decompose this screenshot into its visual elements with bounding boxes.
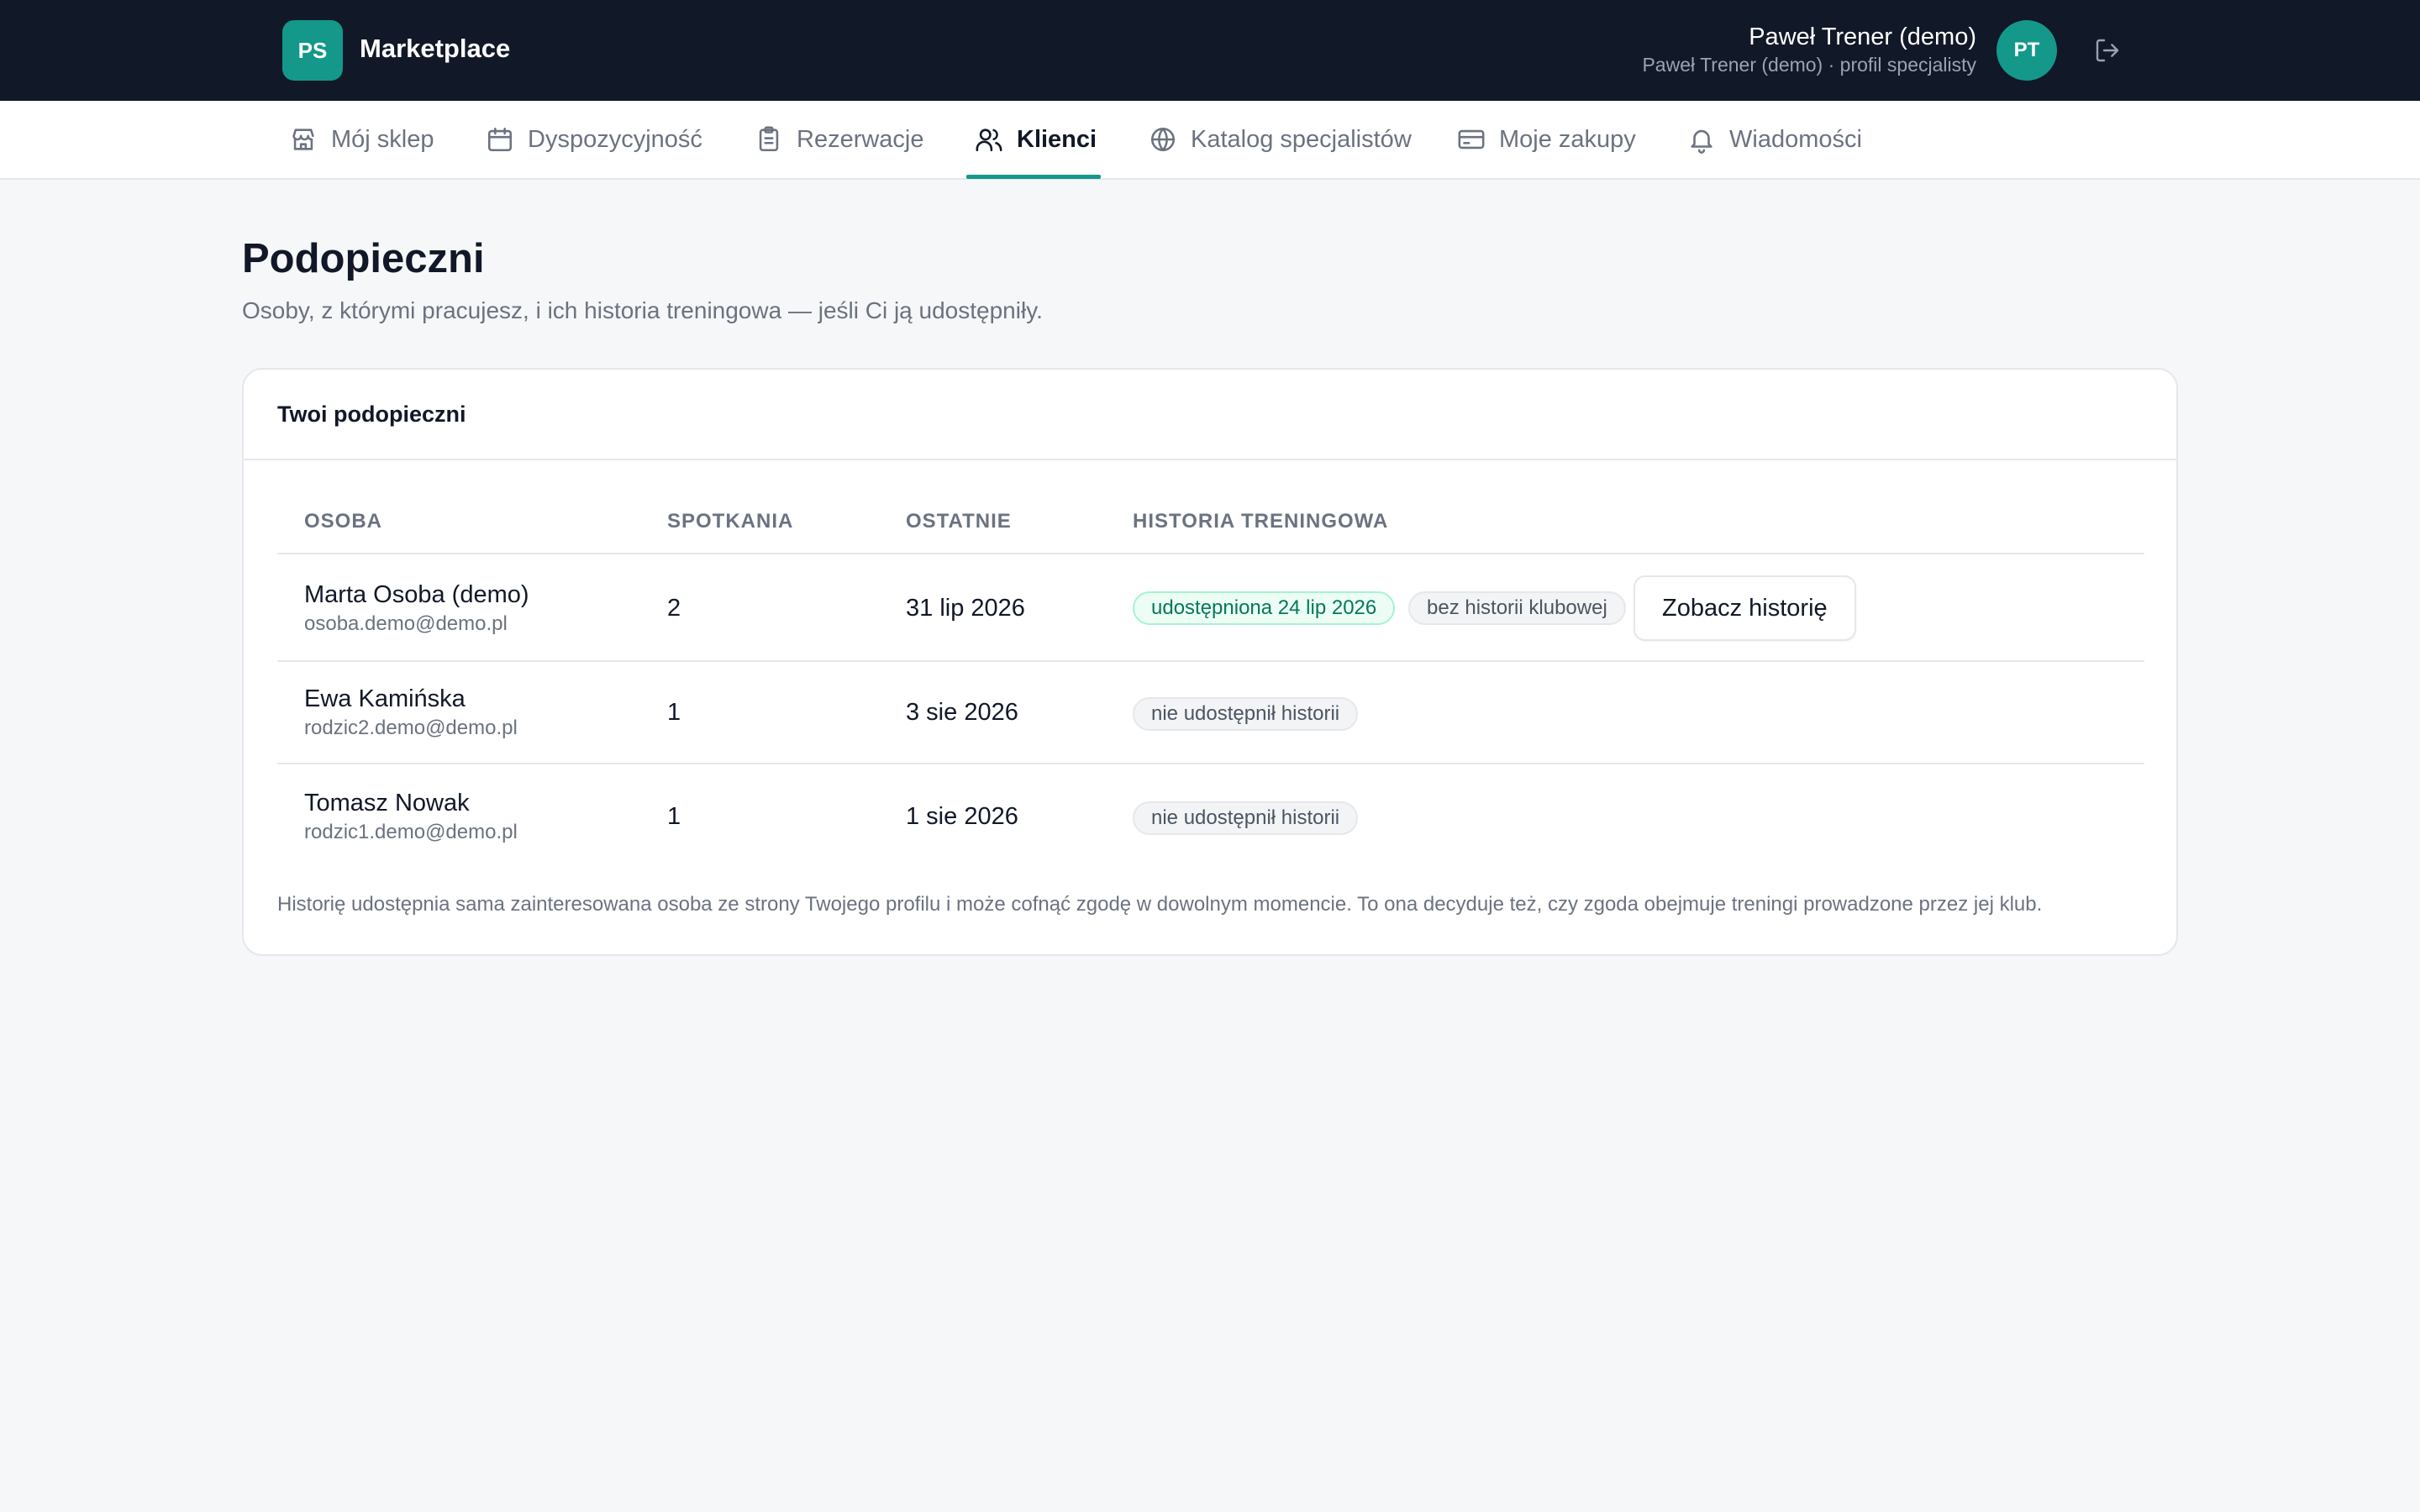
- clients-card: Twoi podopieczni OSOBA SPOTKANIA OSTATNI…: [242, 368, 2178, 956]
- history-not-shared-badge: nie udostępnił historii: [1133, 697, 1359, 731]
- table-row: Marta Osoba (demo) osoba.demo@demo.pl 2 …: [277, 554, 2144, 662]
- nav-item-availability[interactable]: Dyspozycyjność: [486, 101, 702, 178]
- client-name: Ewa Kamińska: [304, 685, 466, 712]
- meetings-count: 1: [667, 699, 681, 726]
- page-title: Podopieczni: [242, 236, 485, 281]
- logo-badge[interactable]: PS: [282, 20, 343, 81]
- store-icon: [292, 129, 314, 150]
- globe-icon: [1150, 127, 1176, 152]
- user-name: Paweł Trener (demo): [1749, 24, 1976, 50]
- column-header-person: OSOBA: [304, 510, 383, 533]
- client-name: Marta Osoba (demo): [304, 581, 529, 608]
- last-meeting-date: 1 sie 2026: [906, 803, 1018, 830]
- history-shared-badge: udostępniona 24 lip 2026: [1133, 591, 1396, 625]
- nav-item-label: Mój sklep: [331, 125, 434, 153]
- client-name: Tomasz Nowak: [304, 790, 470, 816]
- column-header-last: OSTATNIE: [906, 510, 1012, 533]
- nav-item-specialists-catalog[interactable]: Katalog specjalistów: [1149, 101, 1412, 178]
- users-icon: [976, 129, 1002, 152]
- card-header: Twoi podopieczni: [244, 370, 2176, 460]
- nav-item-label: Wiadomości: [1729, 125, 1862, 153]
- bell-icon: [1691, 129, 1712, 154]
- nav-item-label: Klienci: [1017, 125, 1097, 153]
- credit-card-icon: [1458, 129, 1485, 150]
- meetings-count: 1: [667, 803, 681, 830]
- sharing-footnote: Historię udostępnia sama zainteresowana …: [277, 893, 2043, 916]
- clipboard-icon: [759, 126, 779, 152]
- last-meeting-date: 31 lip 2026: [906, 595, 1025, 622]
- nav-item-messages[interactable]: Wiadomości: [1687, 101, 1862, 178]
- nav-item-reservations[interactable]: Rezerwacje: [755, 101, 924, 178]
- nav-item-my-purchases[interactable]: Moje zakupy: [1457, 101, 1636, 178]
- top-bar: PS Marketplace Paweł Trener (demo) Paweł…: [0, 0, 2420, 101]
- calendar-icon: [487, 127, 513, 152]
- nav-item-my-shop[interactable]: Mój sklep: [289, 101, 434, 178]
- nav-item-label: Moje zakupy: [1499, 125, 1636, 153]
- nav-item-label: Katalog specjalistów: [1191, 125, 1412, 153]
- no-club-history-badge: bez historii klubowej: [1408, 591, 1626, 625]
- view-history-button[interactable]: Zobacz historię: [1634, 575, 1856, 641]
- card-title: Twoi podopieczni: [277, 402, 466, 427]
- nav-item-label: Dyspozycyjność: [528, 125, 702, 153]
- table-row: Ewa Kamińska rodzic2.demo@demo.pl 1 3 si…: [277, 662, 2144, 764]
- meetings-count: 2: [667, 595, 681, 622]
- avatar[interactable]: PT: [1996, 20, 2057, 81]
- active-tab-indicator: [966, 175, 1101, 179]
- page-subtitle: Osoby, z którymi pracujesz, i ich histor…: [242, 297, 1043, 323]
- last-meeting-date: 3 sie 2026: [906, 699, 1018, 726]
- logout-button[interactable]: [2091, 34, 2124, 67]
- client-email: osoba.demo@demo.pl: [304, 612, 508, 635]
- user-info: Paweł Trener (demo) Paweł Trener (demo) …: [1642, 22, 1976, 77]
- table-row: Tomasz Nowak rodzic1.demo@demo.pl 1 1 si…: [277, 764, 2144, 867]
- brand-name[interactable]: Marketplace: [360, 32, 510, 66]
- column-header-history: HISTORIA TRENINGOWA: [1133, 510, 1389, 533]
- table-header: OSOBA SPOTKANIA OSTATNIE HISTORIA TRENIN…: [277, 496, 2144, 554]
- nav-item-label: Rezerwacje: [797, 125, 924, 153]
- history-not-shared-badge: nie udostępnił historii: [1133, 801, 1359, 835]
- main-nav: Mój sklep Dyspozycyjność Rezerwacje Klie…: [0, 101, 2420, 180]
- client-email: rodzic2.demo@demo.pl: [304, 717, 518, 739]
- nav-item-clients[interactable]: Klienci: [975, 101, 1097, 178]
- client-email: rodzic1.demo@demo.pl: [304, 821, 518, 843]
- logout-icon: [2096, 39, 2119, 62]
- column-header-meetings: SPOTKANIA: [667, 510, 794, 533]
- user-subtitle: Paweł Trener (demo) · profil specjalisty: [1642, 54, 1976, 76]
